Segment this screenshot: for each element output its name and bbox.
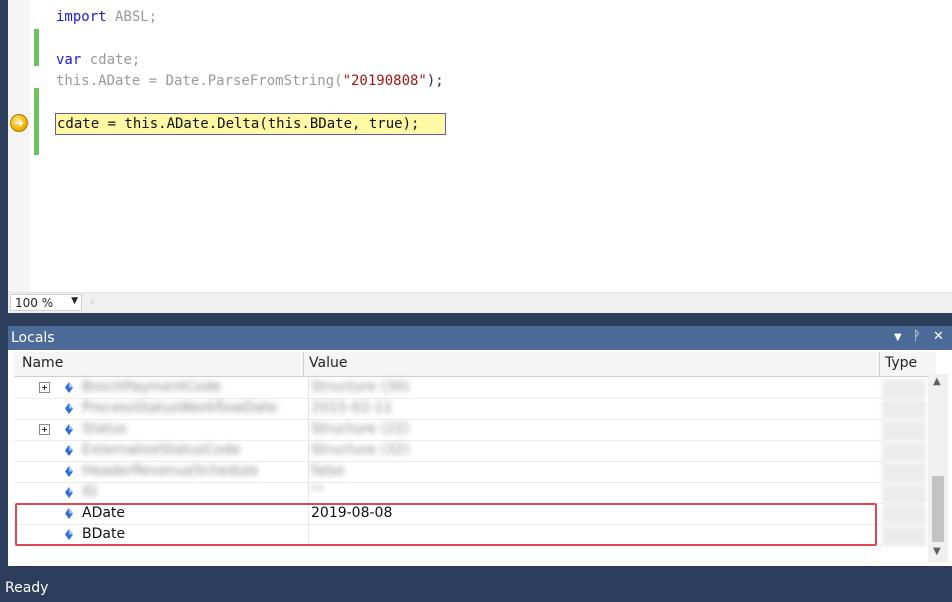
type-cell bbox=[882, 463, 926, 483]
expand-icon[interactable] bbox=[39, 424, 50, 435]
cell-divider bbox=[308, 462, 309, 483]
table-row[interactable]: HeaderRevenueSchedule false bbox=[14, 462, 884, 483]
table-row[interactable]: BoschPaymentCode Structure (30) bbox=[14, 378, 884, 399]
code-text: cdate; bbox=[81, 52, 141, 68]
type-cell bbox=[882, 526, 926, 546]
type-cell bbox=[882, 400, 926, 420]
column-header-value[interactable]: Value bbox=[309, 355, 347, 371]
chevron-down-icon: ▼ bbox=[71, 296, 78, 306]
current-statement-highlight[interactable]: cdate = this.ADate.Delta(this.BDate, tru… bbox=[55, 113, 446, 135]
table-row[interactable]: Status Structure (22) bbox=[14, 420, 884, 441]
field-icon bbox=[65, 466, 73, 477]
code-text: ); bbox=[426, 73, 444, 89]
local-value[interactable]: Structure (30) bbox=[311, 379, 409, 395]
status-bar: Ready bbox=[0, 575, 952, 602]
local-name: BoschPaymentCode bbox=[82, 379, 222, 395]
zoom-dropdown[interactable]: 100 % ▼ bbox=[10, 294, 82, 311]
code-text: ABSL; bbox=[106, 9, 158, 25]
type-cell bbox=[882, 379, 926, 399]
type-cell bbox=[882, 505, 926, 525]
local-value[interactable]: "" bbox=[311, 484, 324, 500]
scroll-left-icon[interactable]: ‹ bbox=[90, 295, 95, 309]
scroll-down-icon[interactable]: ▼ bbox=[933, 546, 941, 557]
cell-divider bbox=[308, 378, 309, 399]
code-editor[interactable]: import ABSL; var cdate; this.ADate = Dat… bbox=[8, 0, 952, 292]
field-icon bbox=[65, 382, 73, 393]
type-cell bbox=[882, 442, 926, 462]
code-line-var[interactable]: var cdate; bbox=[56, 50, 140, 70]
field-icon bbox=[65, 445, 73, 456]
code-text: this.ADate = Date.ParseFromString( bbox=[56, 73, 343, 89]
grid-header: Name Value Type bbox=[14, 352, 936, 377]
change-bar bbox=[34, 29, 39, 66]
type-column bbox=[882, 378, 926, 548]
table-row[interactable]: ProcessStatusWorkflowDate 2015-02-11 bbox=[14, 399, 884, 420]
code-line-assign[interactable]: this.ADate = Date.ParseFromString("20190… bbox=[56, 71, 444, 91]
current-statement-text: cdate = this.ADate.Delta(this.BDate, tru… bbox=[57, 116, 420, 132]
status-text: Ready bbox=[5, 580, 49, 596]
instruction-pointer-arrow-icon[interactable]: ➜ bbox=[10, 114, 28, 132]
local-value[interactable]: 2015-02-11 bbox=[311, 400, 392, 416]
editor-zoom-bar: 100 % ▼ ‹ bbox=[8, 292, 952, 313]
string-literal: "20190808" bbox=[342, 73, 427, 89]
cell-divider bbox=[308, 483, 309, 504]
field-icon bbox=[65, 487, 73, 498]
column-header-name[interactable]: Name bbox=[22, 355, 63, 371]
keyword: import bbox=[56, 9, 107, 25]
local-name: ExternalizeStatusCode bbox=[82, 442, 241, 458]
close-icon[interactable]: ✕ bbox=[933, 329, 944, 344]
glyph-margin[interactable] bbox=[8, 0, 30, 292]
scroll-up-icon[interactable]: ▲ bbox=[933, 376, 941, 387]
cell-divider bbox=[308, 441, 309, 462]
type-cell bbox=[882, 484, 926, 504]
code-line-import[interactable]: import ABSL; bbox=[56, 7, 157, 27]
table-row[interactable]: ID "" bbox=[14, 483, 884, 504]
local-value[interactable]: false bbox=[311, 463, 344, 479]
locals-window-title: Locals bbox=[11, 330, 55, 346]
local-name: ProcessStatusWorkflowDate bbox=[82, 400, 278, 416]
annotation-highlight-box bbox=[15, 503, 877, 546]
local-name: Status bbox=[82, 421, 127, 437]
local-name: HeaderRevenueSchedule bbox=[82, 463, 259, 479]
table-row[interactable]: ExternalizeStatusCode Structure (32) bbox=[14, 441, 884, 462]
pin-icon[interactable]: ᚹ bbox=[913, 329, 921, 344]
change-bar bbox=[34, 88, 39, 155]
local-value[interactable]: Structure (32) bbox=[311, 442, 409, 458]
expand-icon[interactable] bbox=[39, 382, 50, 393]
window-position-dropdown-icon[interactable]: ▼ bbox=[894, 332, 902, 343]
change-indicator-margin bbox=[30, 0, 44, 292]
local-name: ID bbox=[82, 484, 97, 500]
field-icon bbox=[65, 424, 73, 435]
column-divider[interactable] bbox=[879, 352, 880, 376]
keyword: var bbox=[56, 52, 82, 68]
zoom-value: 100 % bbox=[15, 296, 54, 310]
locals-window-title-bar[interactable]: Locals ▼ ᚹ ✕ bbox=[8, 326, 952, 350]
type-cell bbox=[882, 421, 926, 441]
cell-divider bbox=[308, 399, 309, 420]
cell-divider bbox=[308, 420, 309, 441]
local-value[interactable]: Structure (22) bbox=[311, 421, 409, 437]
field-icon bbox=[65, 403, 73, 414]
column-header-type[interactable]: Type bbox=[885, 355, 917, 371]
vertical-scrollbar[interactable]: ▲ ▼ bbox=[928, 374, 948, 562]
scrollbar-thumb[interactable] bbox=[932, 476, 944, 542]
column-divider[interactable] bbox=[303, 352, 304, 376]
